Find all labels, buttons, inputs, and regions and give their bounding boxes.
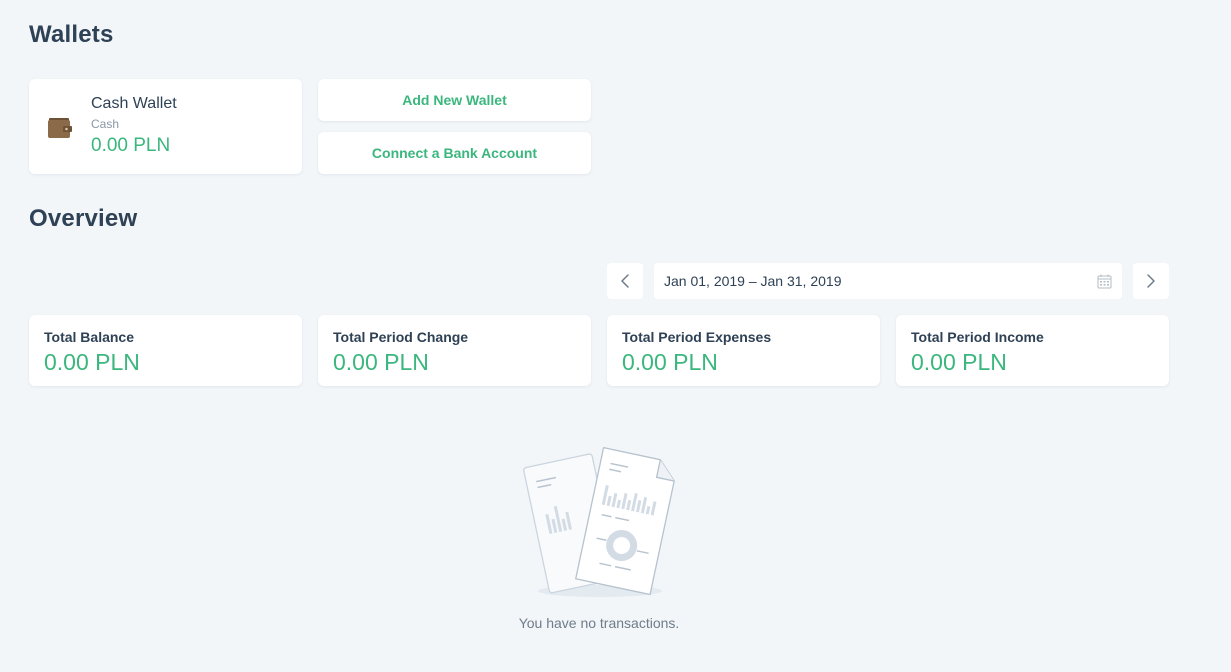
stat-value: 0.00 PLN [911, 349, 1007, 375]
total-balance-card: Total Balance 0.00 PLN [29, 315, 302, 386]
wallet-icon [48, 118, 72, 138]
wallet-name: Cash Wallet [91, 95, 177, 112]
page: Wallets Cash Wallet Cash 0.00 PLN Add Ne… [0, 0, 1231, 672]
date-range-picker[interactable]: Jan 01, 2019 – Jan 31, 2019 [654, 263, 1122, 299]
date-range-text: Jan 01, 2019 – Jan 31, 2019 [664, 273, 842, 289]
total-period-expenses-card: Total Period Expenses 0.00 PLN [607, 315, 880, 386]
cash-wallet-card[interactable]: Cash Wallet Cash 0.00 PLN [29, 79, 302, 174]
total-period-income-card: Total Period Income 0.00 PLN [896, 315, 1169, 386]
wallet-type: Cash [91, 117, 120, 131]
stat-label: Total Period Income [911, 329, 1044, 345]
stat-value: 0.00 PLN [44, 349, 140, 375]
stat-value: 0.00 PLN [622, 349, 718, 375]
wallets-heading: Wallets [29, 21, 114, 48]
stat-label: Total Period Change [333, 329, 469, 345]
next-period-button[interactable] [1133, 263, 1169, 299]
stat-label: Total Period Expenses [622, 329, 772, 345]
previous-period-button[interactable] [607, 263, 643, 299]
chevron-left-icon [621, 274, 629, 288]
total-period-change-card: Total Period Change 0.00 PLN [318, 315, 591, 386]
stat-value: 0.00 PLN [333, 349, 429, 375]
stat-label: Total Balance [44, 329, 134, 345]
chevron-right-icon [1147, 274, 1155, 288]
connect-bank-account-button[interactable]: Connect a Bank Account [318, 132, 591, 174]
calendar-icon [1097, 274, 1112, 289]
empty-reports-illustration [523, 446, 675, 597]
overview-heading: Overview [29, 205, 138, 232]
empty-state-message: You have no transactions. [518, 615, 680, 631]
add-new-wallet-button[interactable]: Add New Wallet [318, 79, 591, 121]
wallet-balance: 0.00 PLN [91, 135, 171, 156]
